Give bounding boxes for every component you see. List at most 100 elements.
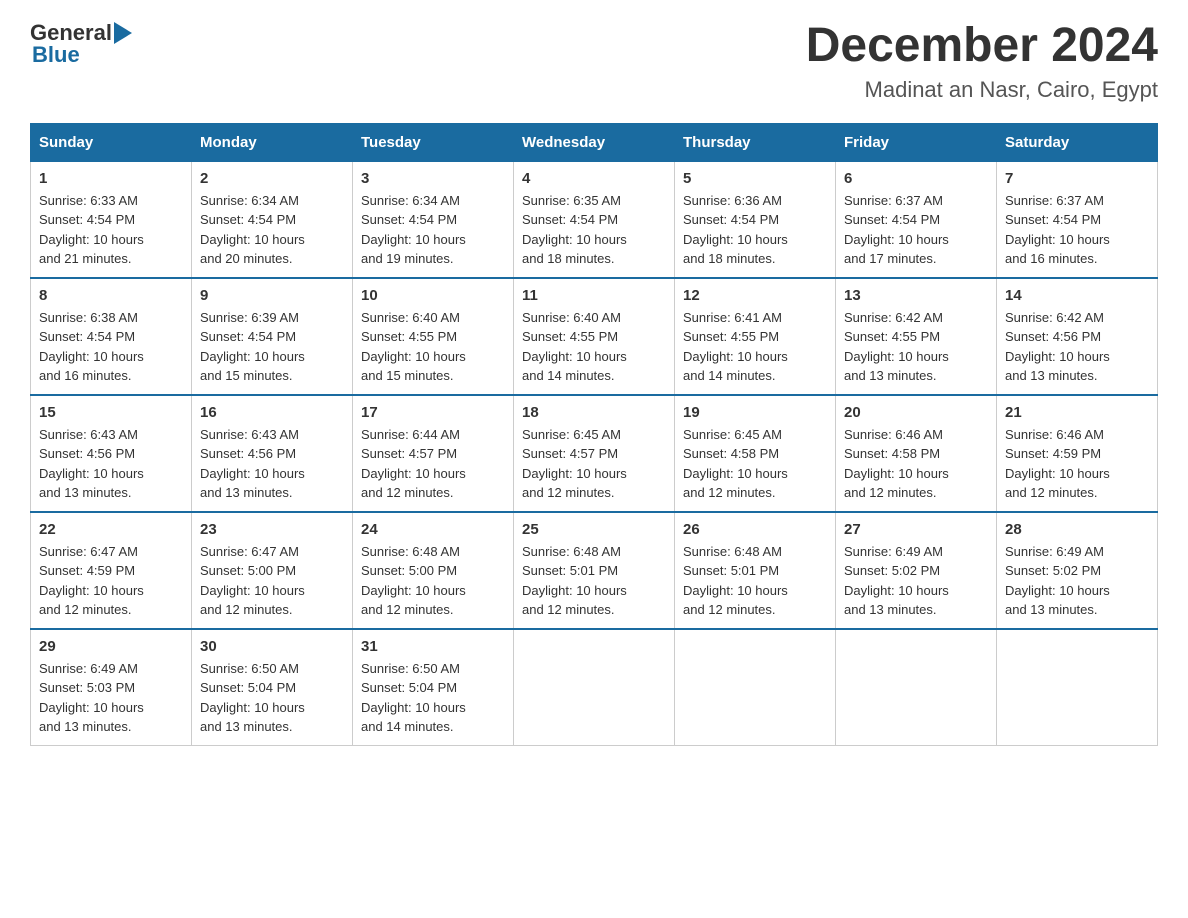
page-title: December 2024	[806, 20, 1158, 73]
calendar-day-header: Sunday	[31, 123, 192, 161]
day-info: Sunrise: 6:42 AM Sunset: 4:56 PM Dayligh…	[1005, 308, 1149, 386]
day-info: Sunrise: 6:48 AM Sunset: 5:01 PM Dayligh…	[522, 542, 666, 620]
day-info: Sunrise: 6:34 AM Sunset: 4:54 PM Dayligh…	[200, 191, 344, 269]
day-info: Sunrise: 6:41 AM Sunset: 4:55 PM Dayligh…	[683, 308, 827, 386]
calendar-day-cell: 9 Sunrise: 6:39 AM Sunset: 4:54 PM Dayli…	[192, 278, 353, 395]
day-number: 31	[361, 638, 505, 655]
calendar-day-cell: 18 Sunrise: 6:45 AM Sunset: 4:57 PM Dayl…	[514, 395, 675, 512]
day-number: 4	[522, 170, 666, 187]
calendar-table: SundayMondayTuesdayWednesdayThursdayFrid…	[30, 123, 1158, 746]
day-info: Sunrise: 6:49 AM Sunset: 5:03 PM Dayligh…	[39, 659, 183, 737]
day-number: 20	[844, 404, 988, 421]
day-info: Sunrise: 6:36 AM Sunset: 4:54 PM Dayligh…	[683, 191, 827, 269]
calendar-day-cell: 26 Sunrise: 6:48 AM Sunset: 5:01 PM Dayl…	[675, 512, 836, 629]
calendar-day-cell: 1 Sunrise: 6:33 AM Sunset: 4:54 PM Dayli…	[31, 161, 192, 278]
day-info: Sunrise: 6:42 AM Sunset: 4:55 PM Dayligh…	[844, 308, 988, 386]
day-info: Sunrise: 6:43 AM Sunset: 4:56 PM Dayligh…	[200, 425, 344, 503]
calendar-week-row: 15 Sunrise: 6:43 AM Sunset: 4:56 PM Dayl…	[31, 395, 1158, 512]
day-info: Sunrise: 6:40 AM Sunset: 4:55 PM Dayligh…	[361, 308, 505, 386]
calendar-day-cell	[675, 629, 836, 746]
day-number: 11	[522, 287, 666, 304]
day-info: Sunrise: 6:33 AM Sunset: 4:54 PM Dayligh…	[39, 191, 183, 269]
calendar-day-cell: 6 Sunrise: 6:37 AM Sunset: 4:54 PM Dayli…	[836, 161, 997, 278]
calendar-day-header: Monday	[192, 123, 353, 161]
day-info: Sunrise: 6:35 AM Sunset: 4:54 PM Dayligh…	[522, 191, 666, 269]
day-info: Sunrise: 6:50 AM Sunset: 5:04 PM Dayligh…	[361, 659, 505, 737]
calendar-day-header: Wednesday	[514, 123, 675, 161]
day-info: Sunrise: 6:48 AM Sunset: 5:00 PM Dayligh…	[361, 542, 505, 620]
calendar-day-cell: 29 Sunrise: 6:49 AM Sunset: 5:03 PM Dayl…	[31, 629, 192, 746]
day-number: 12	[683, 287, 827, 304]
calendar-week-row: 8 Sunrise: 6:38 AM Sunset: 4:54 PM Dayli…	[31, 278, 1158, 395]
day-number: 10	[361, 287, 505, 304]
day-number: 28	[1005, 521, 1149, 538]
day-number: 29	[39, 638, 183, 655]
calendar-day-cell: 2 Sunrise: 6:34 AM Sunset: 4:54 PM Dayli…	[192, 161, 353, 278]
calendar-week-row: 1 Sunrise: 6:33 AM Sunset: 4:54 PM Dayli…	[31, 161, 1158, 278]
day-number: 5	[683, 170, 827, 187]
calendar-day-header: Thursday	[675, 123, 836, 161]
day-number: 22	[39, 521, 183, 538]
calendar-day-header: Tuesday	[353, 123, 514, 161]
calendar-day-cell: 10 Sunrise: 6:40 AM Sunset: 4:55 PM Dayl…	[353, 278, 514, 395]
day-info: Sunrise: 6:34 AM Sunset: 4:54 PM Dayligh…	[361, 191, 505, 269]
calendar-day-header: Friday	[836, 123, 997, 161]
day-info: Sunrise: 6:49 AM Sunset: 5:02 PM Dayligh…	[844, 542, 988, 620]
day-info: Sunrise: 6:38 AM Sunset: 4:54 PM Dayligh…	[39, 308, 183, 386]
day-number: 6	[844, 170, 988, 187]
logo-arrow-icon	[114, 22, 132, 44]
calendar-day-cell: 4 Sunrise: 6:35 AM Sunset: 4:54 PM Dayli…	[514, 161, 675, 278]
calendar-day-cell: 22 Sunrise: 6:47 AM Sunset: 4:59 PM Dayl…	[31, 512, 192, 629]
day-number: 9	[200, 287, 344, 304]
calendar-day-cell: 25 Sunrise: 6:48 AM Sunset: 5:01 PM Dayl…	[514, 512, 675, 629]
day-info: Sunrise: 6:44 AM Sunset: 4:57 PM Dayligh…	[361, 425, 505, 503]
calendar-day-cell: 7 Sunrise: 6:37 AM Sunset: 4:54 PM Dayli…	[997, 161, 1158, 278]
calendar-day-cell: 15 Sunrise: 6:43 AM Sunset: 4:56 PM Dayl…	[31, 395, 192, 512]
day-number: 19	[683, 404, 827, 421]
day-info: Sunrise: 6:43 AM Sunset: 4:56 PM Dayligh…	[39, 425, 183, 503]
calendar-day-header: Saturday	[997, 123, 1158, 161]
day-number: 26	[683, 521, 827, 538]
calendar-day-cell: 30 Sunrise: 6:50 AM Sunset: 5:04 PM Dayl…	[192, 629, 353, 746]
day-number: 8	[39, 287, 183, 304]
calendar-day-cell: 5 Sunrise: 6:36 AM Sunset: 4:54 PM Dayli…	[675, 161, 836, 278]
calendar-week-row: 29 Sunrise: 6:49 AM Sunset: 5:03 PM Dayl…	[31, 629, 1158, 746]
page-subtitle: Madinat an Nasr, Cairo, Egypt	[806, 77, 1158, 103]
calendar-day-cell: 13 Sunrise: 6:42 AM Sunset: 4:55 PM Dayl…	[836, 278, 997, 395]
day-info: Sunrise: 6:45 AM Sunset: 4:57 PM Dayligh…	[522, 425, 666, 503]
day-info: Sunrise: 6:49 AM Sunset: 5:02 PM Dayligh…	[1005, 542, 1149, 620]
day-number: 17	[361, 404, 505, 421]
day-number: 2	[200, 170, 344, 187]
calendar-day-cell: 23 Sunrise: 6:47 AM Sunset: 5:00 PM Dayl…	[192, 512, 353, 629]
calendar-day-cell: 16 Sunrise: 6:43 AM Sunset: 4:56 PM Dayl…	[192, 395, 353, 512]
logo-blue-text: Blue	[30, 42, 80, 68]
calendar-day-cell: 27 Sunrise: 6:49 AM Sunset: 5:02 PM Dayl…	[836, 512, 997, 629]
day-number: 21	[1005, 404, 1149, 421]
calendar-day-cell: 12 Sunrise: 6:41 AM Sunset: 4:55 PM Dayl…	[675, 278, 836, 395]
page-header: General Blue December 2024 Madinat an Na…	[30, 20, 1158, 103]
calendar-day-cell: 28 Sunrise: 6:49 AM Sunset: 5:02 PM Dayl…	[997, 512, 1158, 629]
calendar-day-cell: 3 Sunrise: 6:34 AM Sunset: 4:54 PM Dayli…	[353, 161, 514, 278]
calendar-header-row: SundayMondayTuesdayWednesdayThursdayFrid…	[31, 123, 1158, 161]
calendar-day-cell	[514, 629, 675, 746]
day-number: 25	[522, 521, 666, 538]
calendar-week-row: 22 Sunrise: 6:47 AM Sunset: 4:59 PM Dayl…	[31, 512, 1158, 629]
day-info: Sunrise: 6:46 AM Sunset: 4:59 PM Dayligh…	[1005, 425, 1149, 503]
calendar-day-cell: 11 Sunrise: 6:40 AM Sunset: 4:55 PM Dayl…	[514, 278, 675, 395]
day-info: Sunrise: 6:37 AM Sunset: 4:54 PM Dayligh…	[1005, 191, 1149, 269]
calendar-day-cell	[836, 629, 997, 746]
calendar-day-cell: 31 Sunrise: 6:50 AM Sunset: 5:04 PM Dayl…	[353, 629, 514, 746]
day-info: Sunrise: 6:46 AM Sunset: 4:58 PM Dayligh…	[844, 425, 988, 503]
day-number: 13	[844, 287, 988, 304]
day-info: Sunrise: 6:50 AM Sunset: 5:04 PM Dayligh…	[200, 659, 344, 737]
day-info: Sunrise: 6:37 AM Sunset: 4:54 PM Dayligh…	[844, 191, 988, 269]
day-number: 15	[39, 404, 183, 421]
title-section: December 2024 Madinat an Nasr, Cairo, Eg…	[806, 20, 1158, 103]
day-number: 14	[1005, 287, 1149, 304]
day-number: 23	[200, 521, 344, 538]
calendar-day-cell: 19 Sunrise: 6:45 AM Sunset: 4:58 PM Dayl…	[675, 395, 836, 512]
day-number: 18	[522, 404, 666, 421]
day-number: 7	[1005, 170, 1149, 187]
logo: General Blue	[30, 20, 133, 68]
day-number: 27	[844, 521, 988, 538]
